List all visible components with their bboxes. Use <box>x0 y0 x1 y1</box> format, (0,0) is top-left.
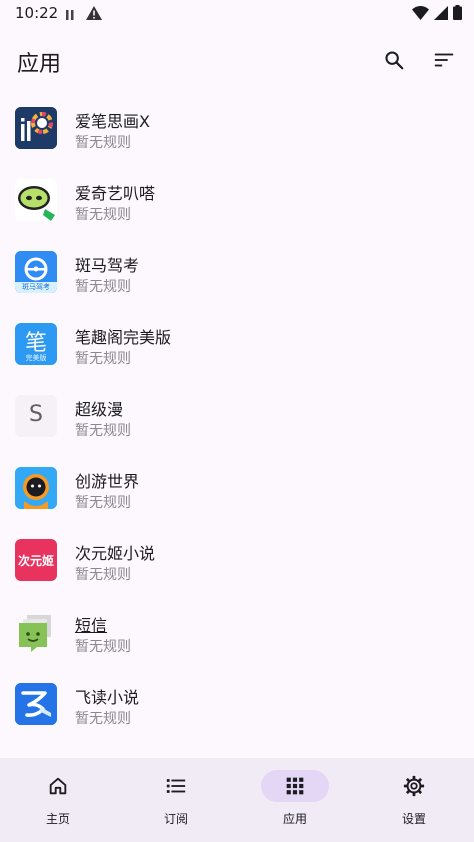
gear-icon <box>403 775 425 797</box>
app-rule-status: 暂无规则 <box>75 351 131 367</box>
app-rule-status: 暂无规则 <box>75 135 131 151</box>
app-rule-status: 暂无规则 <box>75 423 131 439</box>
top-app-bar: 应用 <box>0 36 474 84</box>
nav-label: 订阅 <box>163 812 188 826</box>
app-icon-label: 次元姬 <box>17 554 54 568</box>
app-name: 短信 <box>75 616 108 635</box>
list-item[interactable]: S 超级漫 暂无规则 <box>0 380 474 452</box>
app-rule-status: 暂无规则 <box>75 567 131 583</box>
app-rule-status: 暂无规则 <box>75 279 131 295</box>
app-name: 创游世界 <box>75 472 140 491</box>
app-name: 斑马驾考 <box>75 256 140 275</box>
grid-icon <box>286 777 304 795</box>
app-name: 超级漫 <box>75 400 124 419</box>
nav-label: 应用 <box>282 812 307 826</box>
list-item[interactable]: 爱笔思画X 暂无规则 <box>0 92 474 164</box>
status-bar: 10:22 <box>0 0 474 26</box>
chuangyou-app-icon <box>15 467 57 509</box>
nav-label: 设置 <box>401 812 426 826</box>
wifi-icon <box>412 5 429 24</box>
warning-icon <box>86 5 102 24</box>
list-item[interactable]: 短信 暂无规则 <box>0 596 474 668</box>
list-item[interactable]: 飞读小说 暂无规则 <box>0 668 474 740</box>
active-indicator <box>261 770 329 802</box>
list-item[interactable]: 斑马驾考 斑马驾考 暂无规则 <box>0 236 474 308</box>
app-name: 飞读小说 <box>75 688 140 707</box>
app-name: 爱笔思画X <box>75 112 150 131</box>
home-icon <box>49 777 67 795</box>
page-title: 应用 <box>17 52 62 77</box>
app-rule-status: 暂无规则 <box>75 711 131 727</box>
ibispaint-app-icon <box>15 107 57 149</box>
list-item[interactable]: 次元姬 次元姬小说 暂无规则 <box>0 524 474 596</box>
search-icon <box>385 51 404 70</box>
battery-icon <box>453 5 462 24</box>
cellular-signal-icon <box>434 5 448 24</box>
list-icon <box>166 779 186 793</box>
app-rule-status: 暂无规则 <box>75 495 131 511</box>
app-icon-letter: S <box>29 402 43 427</box>
sort-icon <box>434 53 454 67</box>
app-name: 爱奇艺叭嗒 <box>75 184 156 203</box>
nav-item-settings[interactable]: 设置 <box>356 758 474 842</box>
zebra-driving-app-icon: 斑马驾考 <box>15 251 57 293</box>
bottom-navigation: 主页 订阅 应用 设置 <box>0 758 474 842</box>
list-item[interactable]: 笔 完美版 笔趣阁完美版 暂无规则 <box>0 308 474 380</box>
biquge-app-icon: 笔 完美版 <box>15 323 57 365</box>
app-name: 次元姬小说 <box>75 544 156 563</box>
status-time: 10:22 <box>15 4 59 22</box>
nav-item-apps[interactable]: 应用 <box>237 758 355 842</box>
app-rule-status: 暂无规则 <box>75 207 131 223</box>
iqiyi-bada-app-icon <box>15 179 57 221</box>
letter-s-app-icon: S <box>15 395 57 437</box>
app-rule-status: 暂无规则 <box>75 639 131 655</box>
messaging-app-icon <box>15 611 57 653</box>
feidu-app-icon <box>15 683 57 725</box>
sort-button[interactable] <box>430 46 458 74</box>
nav-label: 主页 <box>45 812 70 826</box>
app-name: 笔趣阁完美版 <box>75 328 172 347</box>
search-button[interactable] <box>380 46 408 74</box>
nav-item-home[interactable]: 主页 <box>0 758 118 842</box>
ciyuanji-app-icon: 次元姬 <box>15 539 57 581</box>
app-icon-label: 斑马驾考 <box>22 283 50 291</box>
list-item[interactable]: 创游世界 暂无规则 <box>0 452 474 524</box>
list-item[interactable]: 爱奇艺叭嗒 暂无规则 <box>0 164 474 236</box>
nav-item-subscriptions[interactable]: 订阅 <box>118 758 236 842</box>
app-icon-label: 完美版 <box>25 354 47 362</box>
pause-icon <box>66 5 74 24</box>
